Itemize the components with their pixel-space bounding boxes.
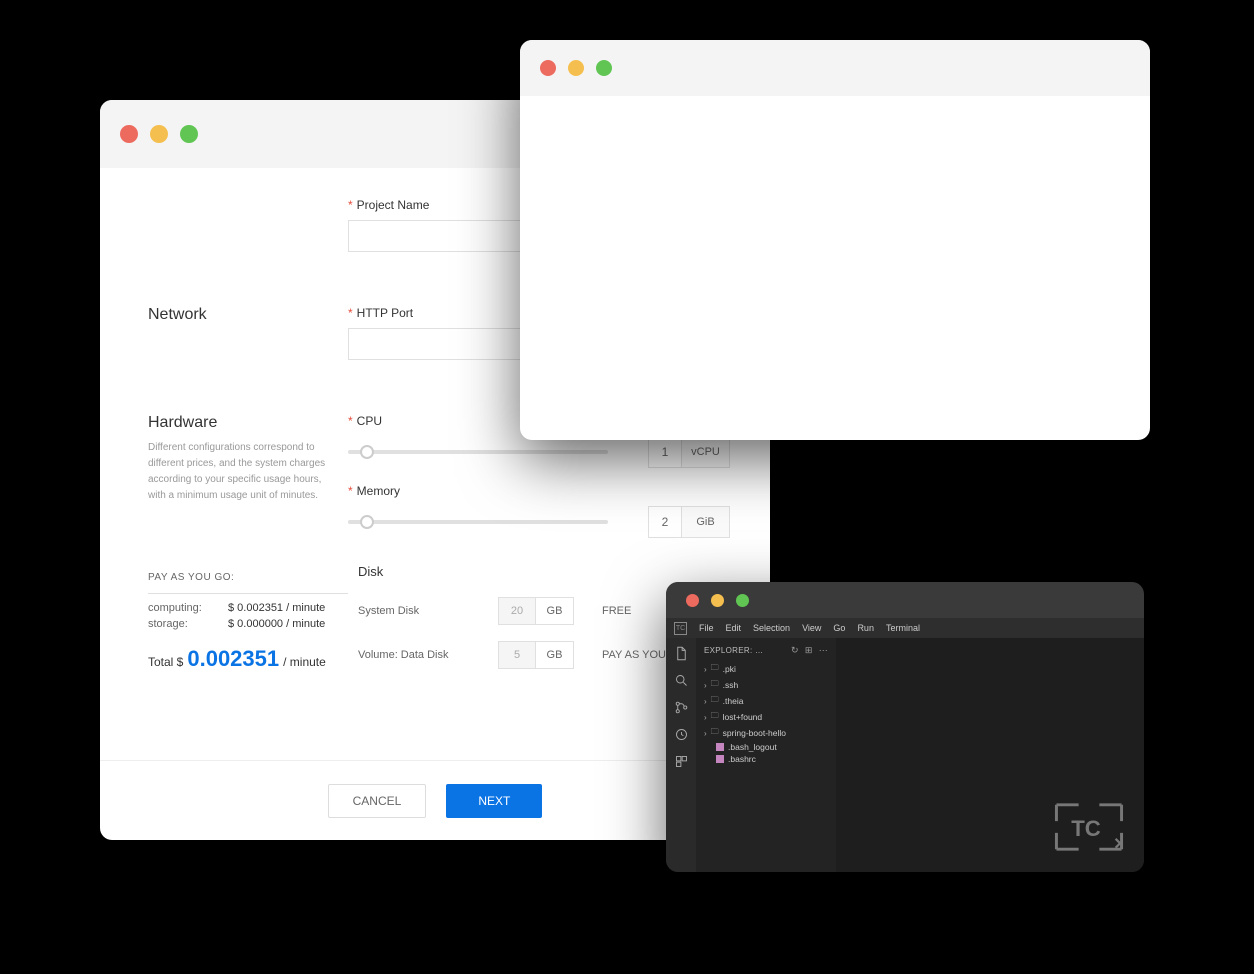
cpu-slider[interactable] <box>348 450 608 454</box>
titlebar <box>666 582 1144 618</box>
minimize-icon[interactable] <box>150 125 168 143</box>
extensions-icon[interactable] <box>674 754 689 769</box>
cancel-button[interactable]: CANCEL <box>328 784 427 818</box>
tree-item[interactable]: ›🗀lost+found <box>696 709 836 725</box>
cpu-value-input[interactable] <box>648 436 682 468</box>
network-title: Network <box>148 306 348 324</box>
files-icon[interactable] <box>674 646 689 661</box>
explorer-label: EXPLORER: … <box>704 646 763 655</box>
svg-text:TC: TC <box>1071 816 1101 841</box>
close-icon[interactable] <box>686 594 699 607</box>
new-folder-icon[interactable]: ⊞ <box>805 645 813 656</box>
tree-item[interactable]: ›🗀spring-boot-hello <box>696 725 836 741</box>
maximize-icon[interactable] <box>596 60 612 76</box>
explorer-panel: EXPLORER: … ↻ ⊞ ⋯ ›🗀.pki›🗀.ssh›🗀.theia›🗀… <box>696 638 836 872</box>
activity-bar <box>666 638 696 872</box>
menu-terminal[interactable]: Terminal <box>886 623 920 633</box>
disk-title: Disk <box>358 564 730 579</box>
editor-area: TC <box>836 638 1144 872</box>
system-disk-value <box>498 597 536 625</box>
tree-item[interactable]: ›🗀.ssh <box>696 677 836 693</box>
collapse-icon[interactable]: ⋯ <box>819 645 828 656</box>
pay-title: PAY AS YOU GO: <box>148 572 348 583</box>
search-icon[interactable] <box>674 673 689 688</box>
maximize-icon[interactable] <box>736 594 749 607</box>
menu-go[interactable]: Go <box>833 623 845 633</box>
menu-run[interactable]: Run <box>857 623 874 633</box>
total-row: Total $ 0.002351 / minute <box>148 646 348 672</box>
refresh-icon[interactable]: ↻ <box>791 645 799 656</box>
close-icon[interactable] <box>120 125 138 143</box>
memory-value-input[interactable] <box>648 506 682 538</box>
memory-slider[interactable] <box>348 520 608 524</box>
ide-menubar: TC File Edit Selection View Go Run Termi… <box>666 618 1144 638</box>
hardware-desc: Different configurations correspond to d… <box>148 440 328 504</box>
blank-window <box>520 40 1150 440</box>
ide-logo-icon: TC <box>674 622 687 635</box>
data-disk-value <box>498 641 536 669</box>
ide-window: TC File Edit Selection View Go Run Termi… <box>666 582 1144 872</box>
tree-item[interactable]: .bashrc <box>696 753 836 765</box>
memory-unit: GiB <box>682 506 730 538</box>
titlebar <box>520 40 1150 96</box>
next-button[interactable]: NEXT <box>446 784 542 818</box>
menu-edit[interactable]: Edit <box>726 623 742 633</box>
debug-icon[interactable] <box>674 727 689 742</box>
maximize-icon[interactable] <box>180 125 198 143</box>
menu-selection[interactable]: Selection <box>753 623 790 633</box>
tc-watermark-icon: TC <box>1052 800 1126 854</box>
minimize-icon[interactable] <box>711 594 724 607</box>
hardware-title: Hardware <box>148 414 348 432</box>
tree-item[interactable]: ›🗀.theia <box>696 693 836 709</box>
tree-item[interactable]: ›🗀.pki <box>696 661 836 677</box>
cpu-unit: vCPU <box>682 436 730 468</box>
minimize-icon[interactable] <box>568 60 584 76</box>
source-control-icon[interactable] <box>674 700 689 715</box>
tree-item[interactable]: .bash_logout <box>696 741 836 753</box>
menu-file[interactable]: File <box>699 623 714 633</box>
menu-view[interactable]: View <box>802 623 821 633</box>
pay-table: computing:$ 0.002351 / minute storage:$ … <box>148 593 348 632</box>
memory-label: *Memory <box>348 484 730 498</box>
close-icon[interactable] <box>540 60 556 76</box>
